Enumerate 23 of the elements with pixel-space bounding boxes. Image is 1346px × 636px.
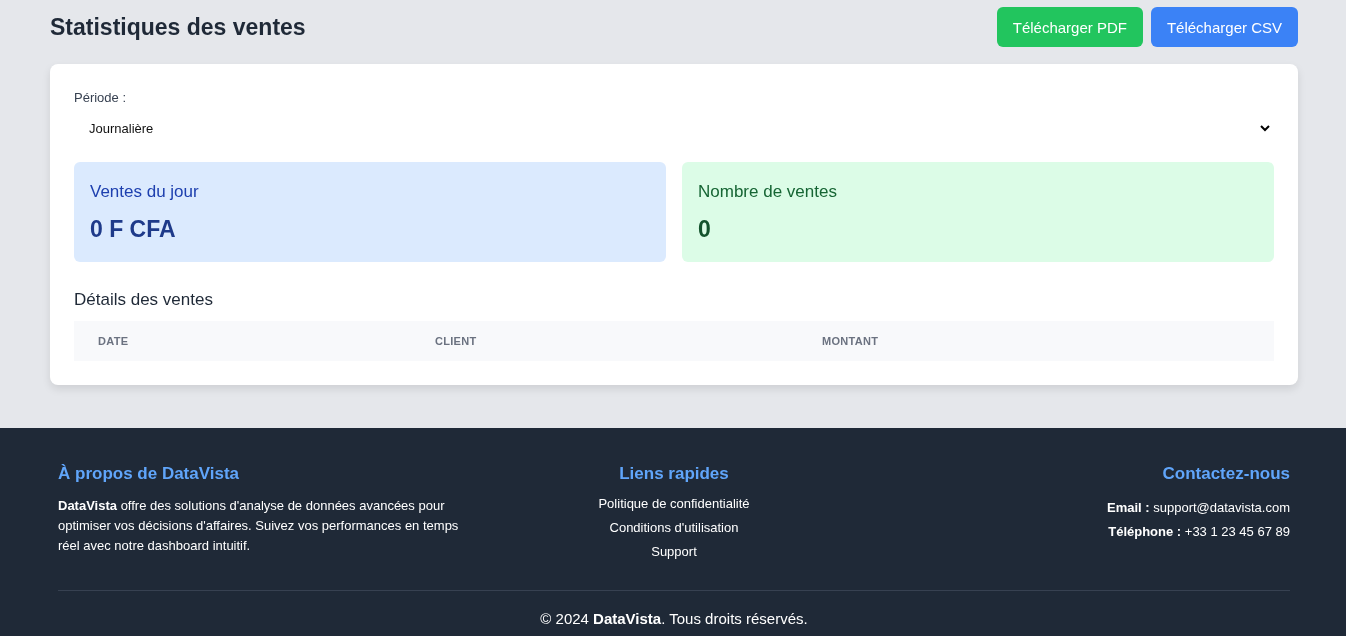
contact-line: Email : support@datavista.com — [1106, 499, 1290, 517]
footer-heading: Liens rapides — [619, 464, 729, 484]
stat-value: 0 — [698, 216, 712, 243]
footer-link[interactable]: Politique de confidentialité — [598, 492, 750, 516]
page-title: Statistiques des ventes — [50, 13, 306, 41]
footer-link[interactable]: Conditions d'utilisation — [609, 516, 739, 540]
stat-title: Ventes du jour — [90, 182, 200, 202]
footer-heading: À propos de DataVista — [58, 464, 241, 484]
footer-heading: Contactez-nous — [1162, 464, 1290, 484]
column-header: MONTANT — [822, 335, 880, 347]
stat-title: Nombre de ventes — [698, 182, 838, 202]
footer-link[interactable]: Support — [651, 540, 697, 564]
column-header: CLIENT — [435, 335, 478, 347]
period-select[interactable]: Journalière — [74, 113, 1274, 143]
stat-value: 0 F CFA — [90, 216, 177, 243]
column-header: DATE — [98, 335, 130, 347]
period-label: Période : — [74, 90, 128, 105]
download-button[interactable]: Télécharger CSV — [1150, 7, 1298, 47]
about-text: DataVista offre des solutions d'analyse de données avancées pour optimiser vos décisions d'affaires. Suivez vos performances en temps réel avec notre dashboard intuitif. — [58, 497, 460, 555]
section-title: Détails des ventes — [74, 290, 214, 310]
chevron-down-icon — [1260, 124, 1270, 132]
copyright-text: © 2024 DataVista. Tous droits réservés. — [539, 609, 809, 627]
contact-line: Téléphone : +33 1 23 45 67 89 — [1108, 523, 1290, 541]
